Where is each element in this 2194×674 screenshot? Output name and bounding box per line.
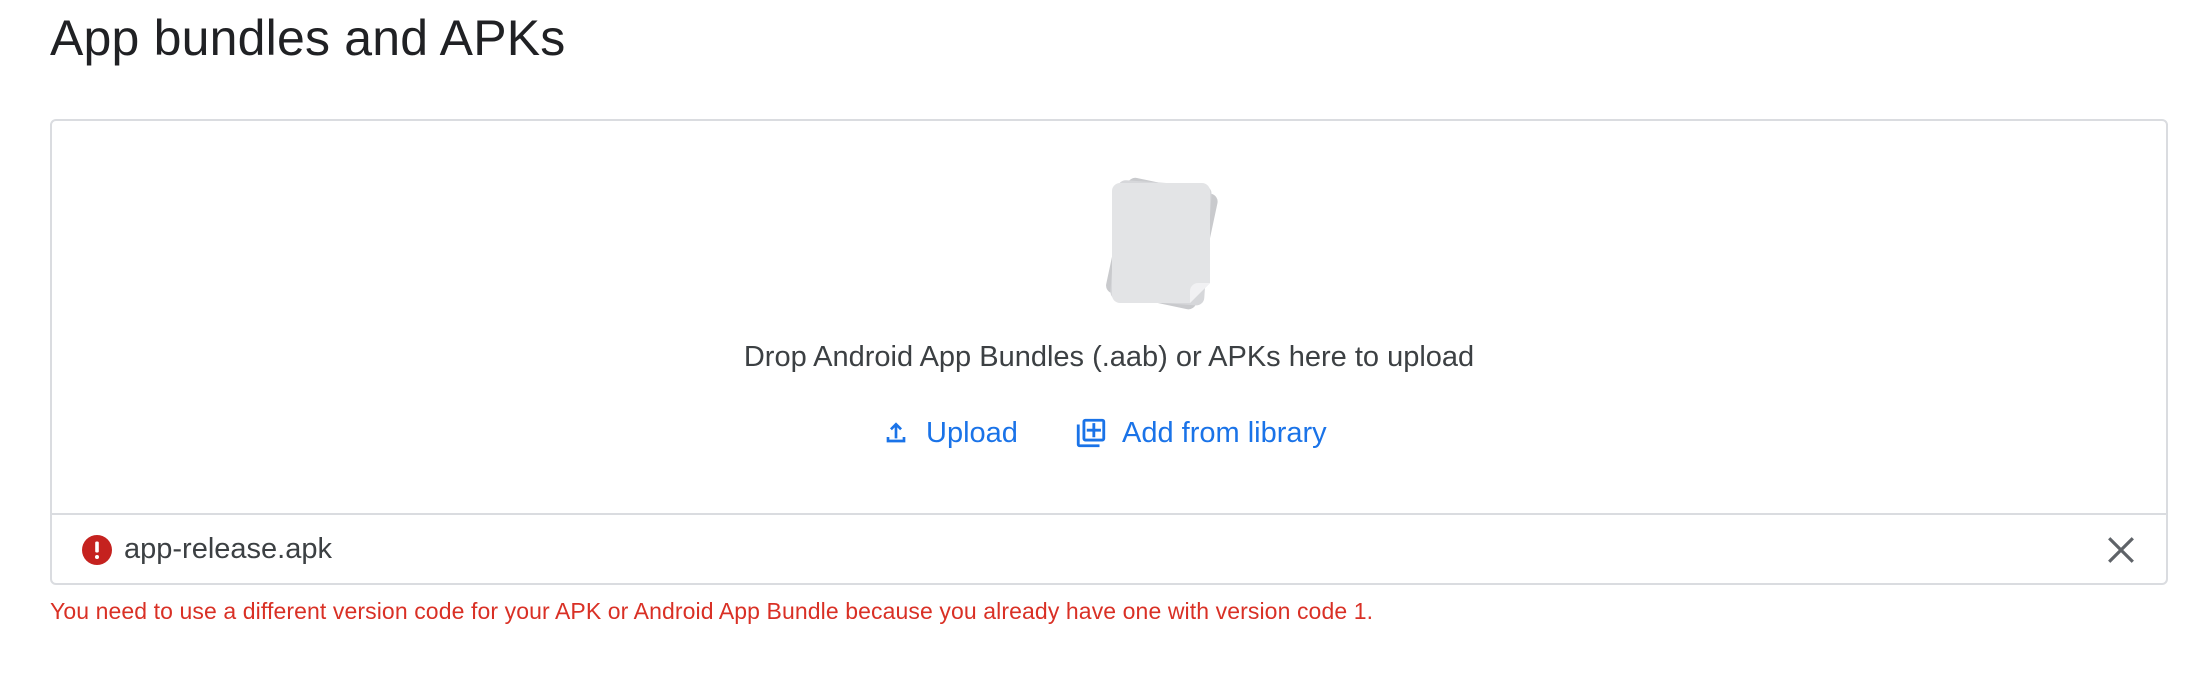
add-from-library-button[interactable]: Add from library: [1074, 411, 1327, 455]
file-drop-zone[interactable]: Drop Android App Bundles (.aab) or APKs …: [52, 121, 2166, 515]
close-icon: [2108, 537, 2134, 563]
remove-file-button[interactable]: [2100, 529, 2142, 571]
upload-card: Drop Android App Bundles (.aab) or APKs …: [50, 119, 2168, 585]
uploaded-file-row: app-release.apk: [52, 515, 2166, 585]
upload-label: Upload: [926, 417, 1018, 449]
add-from-library-label: Add from library: [1122, 417, 1327, 449]
file-name: app-release.apk: [124, 533, 332, 565]
upload-button[interactable]: Upload: [880, 411, 1018, 455]
error-icon: [82, 535, 112, 565]
library-add-icon: [1076, 418, 1106, 448]
upload-icon: [886, 422, 906, 443]
page-title: App bundles and APKs: [50, 10, 566, 66]
error-message: You need to use a different version code…: [50, 598, 1374, 624]
document-stack-icon: [1106, 177, 1218, 310]
drop-instruction: Drop Android App Bundles (.aab) or APKs …: [743, 341, 1475, 373]
